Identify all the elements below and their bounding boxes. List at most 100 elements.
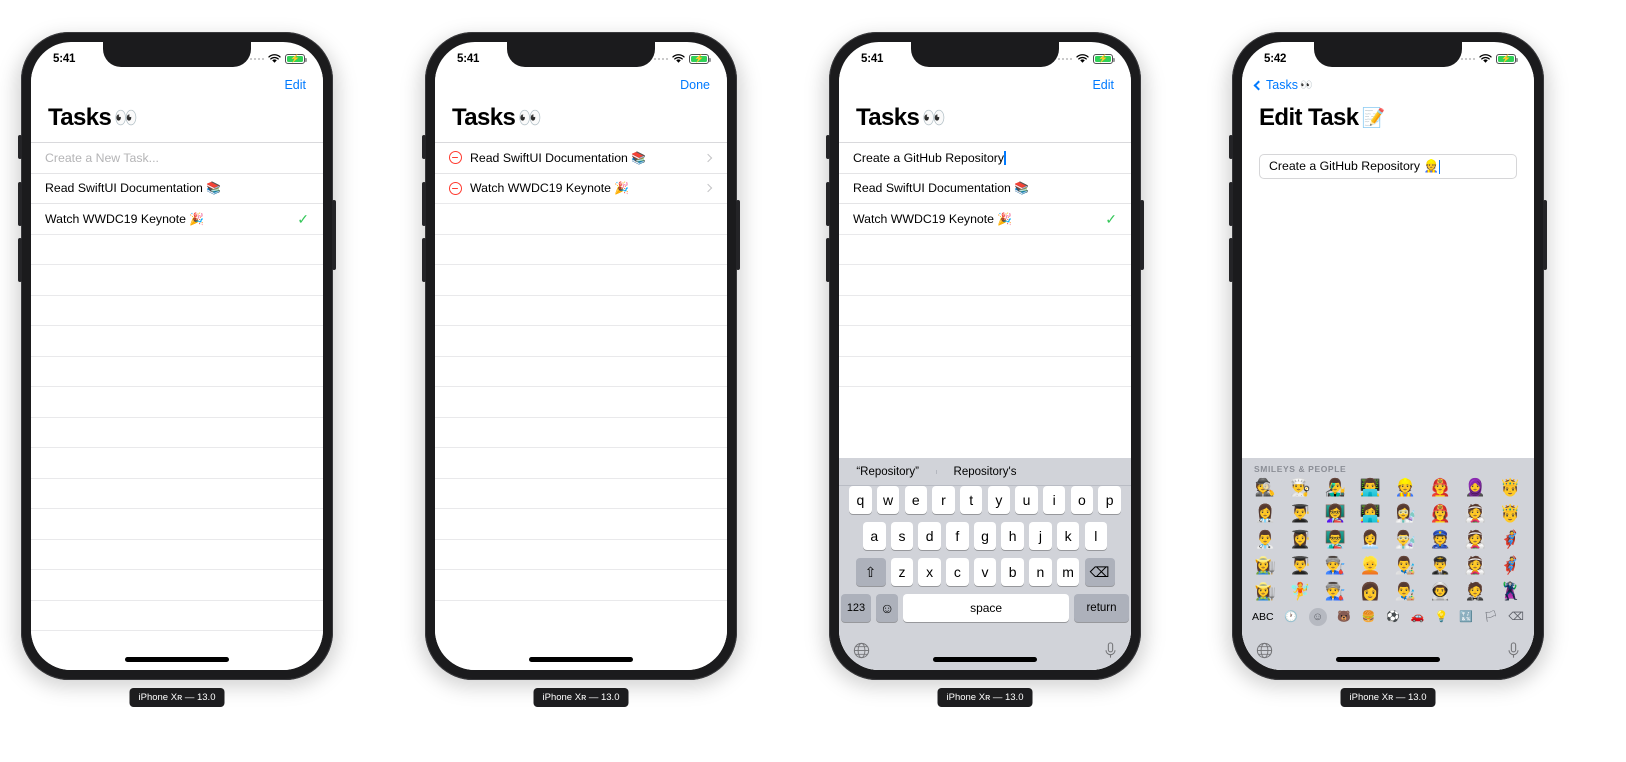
emoji-cell[interactable]: 👨‍🎤	[1318, 476, 1353, 500]
key-q[interactable]: q	[849, 486, 872, 514]
emoji-cell[interactable]: 👩‍🚒	[1423, 502, 1458, 526]
key-a[interactable]: a	[863, 522, 886, 550]
volume-up-button[interactable]	[422, 182, 426, 226]
emoji-category-tab[interactable]: ☺	[1308, 608, 1327, 626]
emoji-cell[interactable]: 👨‍🎨	[1388, 580, 1423, 604]
key-o[interactable]: o	[1070, 486, 1094, 514]
power-button[interactable]	[1543, 200, 1547, 270]
emoji-cell[interactable]: 🤵	[1458, 580, 1493, 604]
task-row[interactable]: Read SwiftUI Documentation 📚	[839, 172, 1131, 204]
task-row[interactable]: Watch WWDC19 Keynote 🎉 ✓	[31, 203, 323, 234]
emoji-cell[interactable]: 👨‍🚀	[1423, 580, 1458, 604]
key-d[interactable]: d	[918, 522, 941, 550]
silent-switch[interactable]	[422, 135, 426, 159]
task-row[interactable]: Watch WWDC19 Keynote 🎉	[435, 172, 727, 204]
emoji-cell[interactable]: 👰	[1458, 528, 1493, 552]
emoji-category-tab[interactable]: 🐻	[1337, 611, 1351, 623]
emoji-cell[interactable]: 👨‍🏫	[1318, 528, 1353, 552]
emoji-cell[interactable]: 👰	[1458, 554, 1493, 578]
emoji-category-tab[interactable]: 🏳	[1484, 611, 1498, 623]
emoji-cell[interactable]: 👩‍💼	[1353, 528, 1388, 552]
key-t[interactable]: t	[959, 486, 983, 514]
key-y[interactable]: y	[987, 486, 1011, 514]
emoji-cell[interactable]: 👨‍🎓	[1283, 502, 1318, 526]
emoji-cell[interactable]: 👨‍🏭	[1318, 554, 1353, 578]
emoji-cell[interactable]: 👩‍🔬	[1388, 502, 1423, 526]
emoji-cell[interactable]: 👨‍🚒	[1423, 476, 1458, 500]
volume-up-button[interactable]	[18, 182, 22, 226]
delete-minus-icon[interactable]	[449, 151, 462, 165]
key-z[interactable]: z	[890, 558, 914, 586]
shift-key[interactable]: ⇧	[855, 558, 886, 586]
emoji-cell[interactable]: 👨‍✈️	[1423, 554, 1458, 578]
key-m[interactable]: m	[1056, 558, 1080, 586]
backspace-key[interactable]: ⌫	[1084, 558, 1115, 586]
key-u[interactable]: u	[1015, 486, 1038, 514]
emoji-cell[interactable]: 👰	[1458, 502, 1493, 526]
return-key[interactable]: return	[1074, 594, 1129, 622]
key-v[interactable]: v	[973, 558, 997, 586]
key-h[interactable]: h	[1001, 522, 1024, 550]
emoji-category-tab[interactable]: 🍔	[1362, 611, 1376, 623]
key-p[interactable]: p	[1098, 486, 1121, 514]
emoji-cell[interactable]: 👩‍💻	[1353, 502, 1388, 526]
volume-down-button[interactable]	[422, 238, 426, 282]
silent-switch[interactable]	[1229, 135, 1233, 159]
emoji-cell[interactable]: 👩‍🌾	[1248, 554, 1283, 578]
power-button[interactable]	[1140, 200, 1144, 270]
key-s[interactable]: s	[890, 522, 914, 550]
key-k[interactable]: k	[1056, 522, 1080, 550]
volume-down-button[interactable]	[826, 238, 830, 282]
prediction-candidate[interactable]: Repository's	[936, 466, 1033, 478]
emoji-cell[interactable]: 👱	[1353, 554, 1388, 578]
emoji-cell[interactable]: 🤴	[1493, 476, 1528, 500]
globe-icon[interactable]	[853, 642, 870, 659]
emoji-cell[interactable]: 👩‍⚕️	[1248, 502, 1283, 526]
delete-minus-icon[interactable]	[449, 181, 462, 195]
task-text-field[interactable]: Create a GitHub Repository 👷	[1259, 154, 1517, 179]
emoji-cell[interactable]: 🦸	[1493, 528, 1528, 552]
emoji-cell[interactable]: 👩‍🎓	[1283, 528, 1318, 552]
emoji-cell[interactable]: 👷	[1388, 476, 1423, 500]
key-g[interactable]: g	[973, 522, 997, 550]
key-l[interactable]: l	[1084, 522, 1107, 550]
emoji-cell[interactable]: 👨‍⚕️	[1248, 528, 1283, 552]
power-button[interactable]	[332, 200, 336, 270]
home-indicator[interactable]	[933, 657, 1037, 662]
emoji-key[interactable]: ☺	[876, 594, 899, 622]
mic-icon[interactable]	[1507, 641, 1520, 659]
emoji-cell[interactable]: 🧕	[1458, 476, 1493, 500]
new-task-input-row[interactable]: Create a GitHub Repository	[839, 142, 1131, 173]
edit-button[interactable]: Edit	[1092, 78, 1114, 92]
home-indicator[interactable]	[125, 657, 229, 662]
power-button[interactable]	[736, 200, 740, 270]
emoji-category-tab[interactable]: 🔣	[1459, 611, 1473, 623]
emoji-cell[interactable]: 👨‍💻	[1353, 476, 1388, 500]
prediction-candidate[interactable]: “Repository”	[839, 466, 936, 478]
volume-up-button[interactable]	[826, 182, 830, 226]
new-task-input[interactable]: Create a GitHub Repository	[853, 150, 1117, 165]
edit-button[interactable]: Edit	[284, 78, 306, 92]
volume-down-button[interactable]	[1229, 238, 1233, 282]
task-row[interactable]: Watch WWDC19 Keynote 🎉 ✓	[839, 203, 1131, 234]
mic-icon[interactable]	[1104, 641, 1117, 659]
key-j[interactable]: j	[1029, 522, 1052, 550]
emoji-cell[interactable]: 🦸	[1493, 554, 1528, 578]
key-w[interactable]: w	[876, 486, 900, 514]
task-row[interactable]: Read SwiftUI Documentation 📚	[31, 172, 323, 204]
emoji-cell[interactable]: 👩	[1353, 580, 1388, 604]
emoji-cell[interactable]: 👨‍🎓	[1283, 554, 1318, 578]
emoji-cell[interactable]: 👨‍🏭	[1318, 580, 1353, 604]
home-indicator[interactable]	[529, 657, 633, 662]
new-task-input-row[interactable]: Create a New Task...	[31, 142, 323, 173]
done-button[interactable]: Done	[680, 78, 710, 92]
emoji-cell[interactable]: 👨‍🔬	[1388, 528, 1423, 552]
back-button[interactable]: Tasks 👀	[1253, 78, 1312, 92]
key-n[interactable]: n	[1029, 558, 1052, 586]
silent-switch[interactable]	[826, 135, 830, 159]
emoji-cell[interactable]: 🦹	[1493, 580, 1528, 604]
volume-up-button[interactable]	[1229, 182, 1233, 226]
key-r[interactable]: r	[932, 486, 955, 514]
task-row[interactable]: Read SwiftUI Documentation 📚	[435, 142, 727, 173]
emoji-category-tab[interactable]: 🕐	[1284, 611, 1298, 623]
